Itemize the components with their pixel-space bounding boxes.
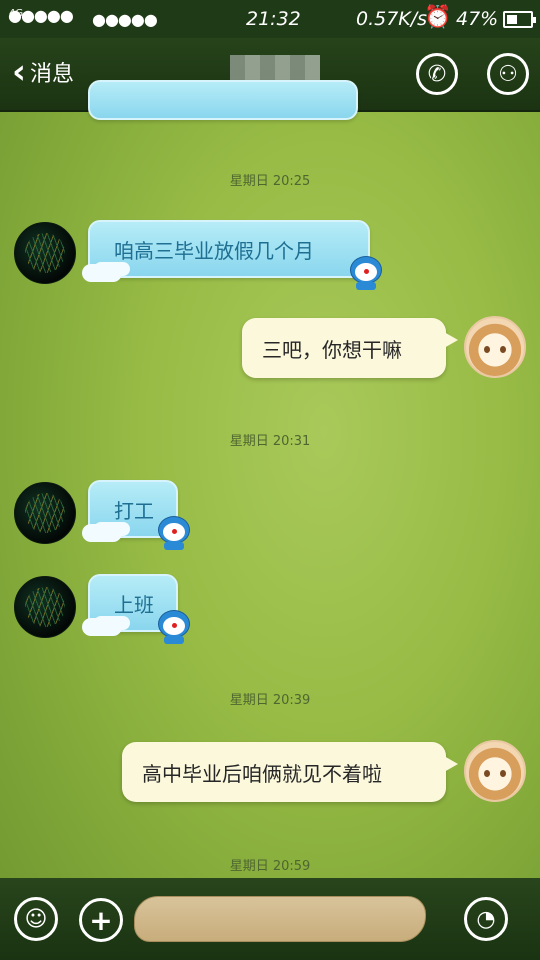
clock: 21:32 <box>246 8 301 30</box>
received-message[interactable]: 咱高三毕业放假几个月 <box>82 220 370 282</box>
network-speed: 0.57K/s <box>356 8 428 30</box>
emoji-icon: ☺ <box>24 906 48 932</box>
plus-icon: + <box>89 903 113 937</box>
doraemon-sticker-icon <box>350 256 382 290</box>
contact-avatar[interactable] <box>14 482 76 544</box>
my-avatar[interactable] <box>464 740 526 802</box>
message-text: 上班 <box>114 592 154 617</box>
profile-icon: ⚇ <box>498 61 518 87</box>
cloud-decoration <box>82 524 122 542</box>
contact-avatar[interactable] <box>14 576 76 638</box>
message-input[interactable] <box>134 896 426 942</box>
doraemon-sticker-icon <box>158 516 190 550</box>
timestamp: 星期日 20:31 <box>229 434 311 449</box>
message-text: 咱高三毕业放假几个月 <box>114 238 314 263</box>
sent-message[interactable]: 三吧，你想干嘛 <box>242 318 458 378</box>
sent-message[interactable]: 高中毕业后咱俩就见不着啦 <box>122 742 458 802</box>
status-bar: 4G ●●●●● ●●●●● 21:32 0.57K/s ⏰ 47% <box>0 0 540 38</box>
message-text: 三吧，你想干嘛 <box>262 337 402 362</box>
phone-icon: ✆ <box>427 61 447 87</box>
chevron-left-icon: ‹ <box>12 52 27 92</box>
battery-icon <box>503 11 536 28</box>
message-text: 高中毕业后咱俩就见不着啦 <box>142 761 382 786</box>
voice-icon: ◔ <box>476 906 496 932</box>
voice-button[interactable]: ◔ <box>464 897 508 941</box>
cloud-decoration <box>82 618 122 636</box>
profile-button[interactable]: ⚇ <box>487 53 529 95</box>
signal-strength-1: ●●●●● <box>8 6 74 25</box>
previous-message-bubble <box>88 80 358 120</box>
battery-fill <box>507 15 518 24</box>
timestamp: 星期日 20:25 <box>229 174 311 189</box>
add-attachment-button[interactable]: + <box>79 898 123 942</box>
timestamp: 星期日 20:59 <box>229 859 311 874</box>
signal-strength-2: ●●●●● <box>92 10 158 29</box>
input-bar: ☺ + ◔ <box>0 878 540 960</box>
alarm-icon: ⏰ <box>424 5 452 30</box>
emoji-button[interactable]: ☺ <box>14 897 58 941</box>
timestamp: 星期日 20:39 <box>229 693 311 708</box>
message-text: 打工 <box>114 498 154 523</box>
cloud-decoration <box>82 264 122 282</box>
my-avatar[interactable] <box>464 316 526 378</box>
battery-percent: 47% <box>456 8 499 30</box>
phone-button[interactable]: ✆ <box>416 53 458 95</box>
contact-avatar[interactable] <box>14 222 76 284</box>
doraemon-sticker-icon <box>158 610 190 644</box>
back-label: 消息 <box>30 62 75 87</box>
back-button[interactable]: ‹ 消息 <box>12 52 75 92</box>
